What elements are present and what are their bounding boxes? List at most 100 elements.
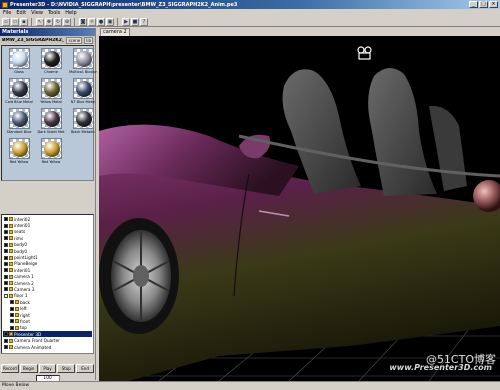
rotate-icon[interactable]: ↻ xyxy=(54,17,62,26)
help-icon[interactable]: ? xyxy=(140,17,148,26)
visibility-checkbox[interactable] xyxy=(10,319,14,324)
tab-lib[interactable]: lib xyxy=(84,36,93,44)
material-sphere xyxy=(43,81,60,97)
visibility-checkbox[interactable] xyxy=(4,281,8,286)
scene-tree: interi02 interi01 seats rims body0 body0 point… xyxy=(1,214,94,354)
visibility-checkbox[interactable] xyxy=(4,236,8,241)
camera-icon[interactable]: ◙ xyxy=(79,17,87,26)
material-sphere xyxy=(43,51,60,67)
library-name[interactable]: BMW_Z3_SIGGRAPH2K2_A xyxy=(2,38,64,43)
node-icon xyxy=(9,274,13,279)
tab-camera-2[interactable]: camera 2 xyxy=(100,28,130,36)
node-icon xyxy=(9,217,13,222)
visibility-checkbox[interactable] xyxy=(10,313,14,318)
3d-viewport[interactable]: @51CTO博客 www.Presenter3D.com xyxy=(99,36,500,381)
menu-edit[interactable]: Edit xyxy=(16,10,26,16)
maximize-button[interactable]: □ xyxy=(479,1,488,8)
material-sphere xyxy=(75,51,92,67)
node-icon xyxy=(9,332,13,337)
node-icon xyxy=(9,268,13,273)
visibility-checkbox[interactable] xyxy=(4,338,8,343)
play-button[interactable]: Play xyxy=(38,364,57,373)
node-icon xyxy=(15,313,19,318)
visibility-checkbox[interactable] xyxy=(10,300,14,305)
material-item[interactable]: Standard Blue xyxy=(4,108,34,138)
material-item[interactable]: Black Metallic xyxy=(68,108,98,138)
material-item[interactable]: Red Yellow xyxy=(36,138,66,168)
visibility-checkbox[interactable] xyxy=(4,249,8,254)
render-icon[interactable]: ▣ xyxy=(106,17,114,26)
visibility-checkbox[interactable] xyxy=(4,332,8,337)
tree-item-label: Camera 3 xyxy=(14,286,35,292)
material-sphere xyxy=(11,141,28,157)
material-item[interactable]: NT Blue Metal xyxy=(68,78,98,108)
close-button[interactable]: × xyxy=(489,1,498,8)
material-item[interactable]: Chrome xyxy=(36,48,66,78)
save-icon[interactable]: ▪ xyxy=(20,17,28,26)
play-icon[interactable]: ▶ xyxy=(122,17,130,26)
material-sphere xyxy=(75,111,92,127)
visibility-checkbox[interactable] xyxy=(4,345,8,349)
material-swatch xyxy=(8,138,30,159)
material-sphere xyxy=(11,51,28,67)
material-item[interactable]: Dark Violet Met xyxy=(36,108,66,138)
tree-item-label: camera 1 xyxy=(14,274,34,280)
toolbar-separator xyxy=(74,17,76,26)
open-folder-icon[interactable]: ▭ xyxy=(11,17,19,26)
move-icon[interactable]: ✥ xyxy=(45,17,53,26)
status-bar: Move Below xyxy=(0,381,500,390)
light-icon[interactable]: ☼ xyxy=(88,17,96,26)
car-render xyxy=(99,46,500,381)
material-item[interactable]: Multicol. Bicolor xyxy=(68,48,98,78)
tab-scene[interactable]: scene xyxy=(66,36,83,44)
visibility-checkbox[interactable] xyxy=(4,274,8,279)
menu-help[interactable]: Help xyxy=(65,10,76,16)
material-label: Glass xyxy=(14,70,24,74)
tree-item-label: Presenter 3D xyxy=(14,331,42,337)
material-item[interactable]: Cold Blue Metal xyxy=(4,78,34,108)
visibility-checkbox[interactable] xyxy=(4,223,8,228)
menu-tools[interactable]: Tools xyxy=(48,10,60,16)
visibility-checkbox[interactable] xyxy=(10,325,14,330)
menu-view[interactable]: View xyxy=(31,10,43,16)
menu-file[interactable]: File xyxy=(3,10,11,16)
visibility-checkbox[interactable] xyxy=(4,255,8,260)
node-icon xyxy=(9,338,13,343)
node-icon xyxy=(9,293,13,298)
library-bar: BMW_Z3_SIGGRAPH2K2_A scene lib xyxy=(0,36,95,44)
minimize-button[interactable]: _ xyxy=(469,1,478,8)
node-icon xyxy=(9,345,13,349)
materials-panel-title: Materials xyxy=(0,28,95,36)
material-swatch xyxy=(40,138,62,159)
tree-item-label: back xyxy=(20,299,30,305)
select-icon[interactable]: ↖ xyxy=(36,17,44,26)
tree-item-label: interi01 xyxy=(14,223,31,229)
material-item[interactable]: Red Yellow xyxy=(4,138,34,168)
tree-item[interactable]: camera Animated xyxy=(3,344,92,350)
app-icon xyxy=(2,1,8,8)
stop-button[interactable]: Stop xyxy=(57,364,76,373)
visibility-checkbox[interactable] xyxy=(4,293,8,298)
record-button[interactable]: Record xyxy=(1,364,19,373)
material-item[interactable]: Yellow Metal xyxy=(36,78,66,108)
toolbar: ▫ ▭ ▪ ↖ ✥ ↻ ⊕ ◙ ☼ ● ▣ ▶ ■ ? xyxy=(0,17,500,27)
visibility-checkbox[interactable] xyxy=(10,306,14,311)
visibility-checkbox[interactable] xyxy=(4,261,8,266)
zoom-icon[interactable]: ⊕ xyxy=(63,17,71,26)
visibility-checkbox[interactable] xyxy=(4,268,8,273)
tree-item-label: pointLight1 xyxy=(14,255,38,261)
begin-button[interactable]: Begin xyxy=(19,364,38,373)
visibility-checkbox[interactable] xyxy=(4,217,8,222)
title-bar: Presenter3D - D:\NVIDIA_SIGGRAPH\present… xyxy=(0,0,500,9)
stop-icon[interactable]: ■ xyxy=(131,17,139,26)
visibility-checkbox[interactable] xyxy=(4,242,8,247)
window-title: Presenter3D - D:\NVIDIA_SIGGRAPH\present… xyxy=(10,1,238,8)
visibility-checkbox[interactable] xyxy=(4,229,8,234)
tree-item-label: PlaneBeige xyxy=(14,261,38,267)
material-icon[interactable]: ● xyxy=(97,17,105,26)
material-item[interactable]: Glass xyxy=(4,48,34,78)
new-file-icon[interactable]: ▫ xyxy=(2,17,10,26)
visibility-checkbox[interactable] xyxy=(4,287,8,292)
tree-item-label: front xyxy=(20,318,30,324)
end-button[interactable]: End xyxy=(76,364,94,373)
